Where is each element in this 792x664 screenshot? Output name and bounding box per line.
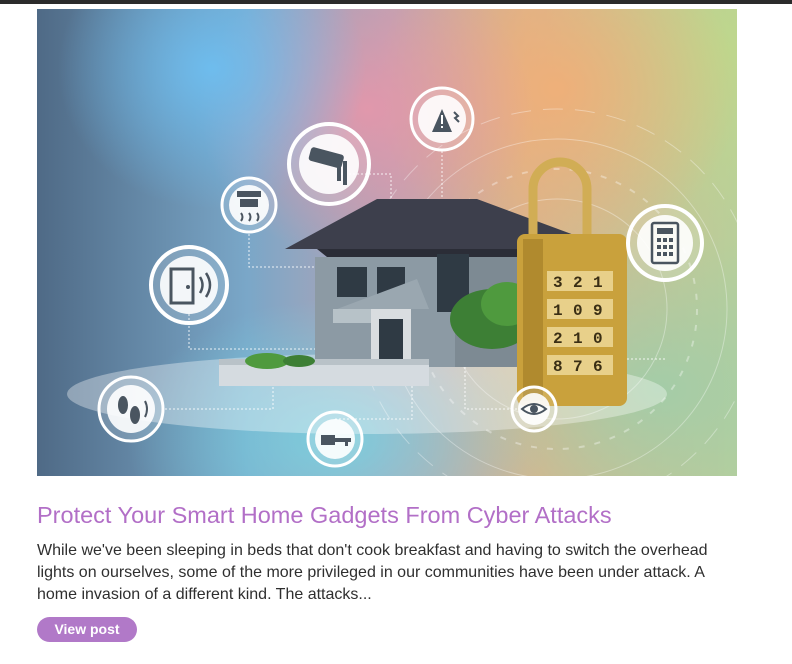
view-post-button[interactable]: View post (37, 617, 137, 642)
post-excerpt: While we've been sleeping in beds that d… (37, 542, 708, 603)
key-icon (306, 410, 364, 468)
padlock-row-4-digit-1: 8 (553, 358, 563, 376)
post-featured-image[interactable]: 3 2 1 1 0 9 2 1 0 8 7 6 (37, 9, 737, 476)
top-border (0, 0, 792, 4)
alert-icon (409, 86, 475, 152)
footsteps-icon (97, 375, 165, 443)
post-title-link[interactable]: Protect Your Smart Home Gadgets From Cyb… (37, 500, 757, 530)
padlock-icon: 3 2 1 1 0 9 2 1 0 8 7 6 (517, 157, 627, 406)
padlock-row-4-digit-3: 6 (593, 358, 603, 376)
padlock-row-3-digit-2: 1 (573, 330, 583, 348)
padlock-row-4-digit-2: 7 (573, 358, 583, 376)
smoke-detector-icon (220, 176, 278, 234)
padlock-row-1-digit-1: 3 (553, 274, 563, 292)
padlock-row-2-digit-1: 1 (553, 302, 563, 320)
padlock-row-1-digit-2: 2 (573, 274, 583, 292)
padlock-row-2-digit-3: 9 (593, 302, 603, 320)
smart-home-illustration: 3 2 1 1 0 9 2 1 0 8 7 6 (67, 86, 737, 476)
eye-icon (510, 385, 558, 433)
padlock-row-3-digit-1: 2 (553, 330, 563, 348)
keypad-icon (626, 204, 704, 282)
security-camera-icon (287, 122, 371, 206)
door-sensor-icon (149, 245, 229, 325)
padlock-row-1-digit-3: 1 (593, 274, 603, 292)
padlock-row-2-digit-2: 0 (573, 302, 583, 320)
padlock-row-3-digit-3: 0 (593, 330, 603, 348)
